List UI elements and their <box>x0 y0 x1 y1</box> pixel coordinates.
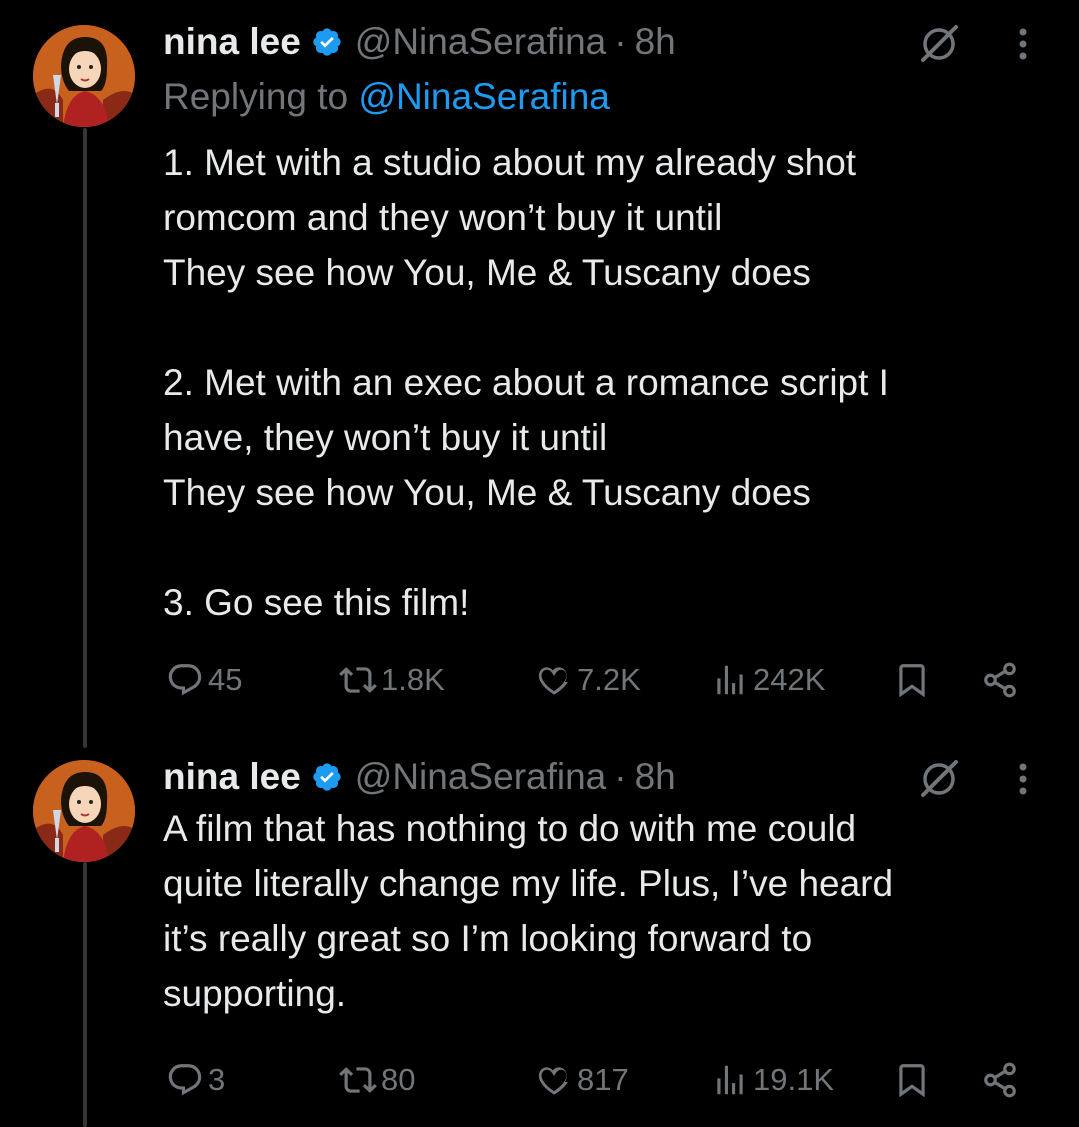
views-icon <box>717 665 743 695</box>
bookmark-button[interactable] <box>893 1055 931 1105</box>
share-icon <box>984 1062 1016 1098</box>
share-button[interactable] <box>981 655 1019 705</box>
share-button[interactable] <box>981 1055 1019 1105</box>
bookmark-button[interactable] <box>893 655 931 705</box>
tweet-text: 1. Met with a studio about my already sh… <box>163 142 889 623</box>
like-icon <box>538 1067 568 1095</box>
author-handle[interactable]: @NinaSerafina <box>355 756 606 798</box>
views-icon <box>717 1065 743 1095</box>
timestamp[interactable]: 8h <box>635 756 676 798</box>
replying-label: Replying to <box>163 76 349 117</box>
tweet-text: A film that has nothing to do with me co… <box>163 808 894 1014</box>
like-count: 7.2K <box>577 662 641 697</box>
like-icon <box>538 667 568 695</box>
share-icon <box>984 662 1016 698</box>
repost-button[interactable]: 1.8K <box>339 655 445 705</box>
repost-count: 1.8K <box>381 662 445 697</box>
replying-mention[interactable]: @NinaSerafina <box>358 76 609 117</box>
tweet-header: nina lee @NinaSerafina · 8h <box>163 755 1043 799</box>
avatar[interactable] <box>33 25 135 127</box>
reply-button[interactable]: 3 <box>166 1055 225 1105</box>
separator-dot: · <box>614 756 627 797</box>
reply-button[interactable]: 45 <box>166 655 242 705</box>
views-count: 242K <box>753 662 826 697</box>
grok-icon[interactable] <box>918 757 960 799</box>
replying-to: Replying to @NinaSerafina <box>163 76 610 118</box>
like-button[interactable]: 7.2K <box>535 655 641 705</box>
thread-line <box>83 128 87 748</box>
timestamp[interactable]: 8h <box>635 21 676 63</box>
reply-icon <box>168 1064 202 1096</box>
action-bar: 45 1.8K 7.2K 242K <box>163 655 1043 705</box>
reply-count: 3 <box>208 1062 226 1097</box>
repost-icon <box>339 667 377 693</box>
more-icon[interactable] <box>1013 759 1033 799</box>
repost-icon <box>339 1067 377 1093</box>
author-name[interactable]: nina lee <box>163 756 301 798</box>
author-name[interactable]: nina lee <box>163 21 301 63</box>
like-button[interactable]: 817 <box>535 1055 629 1105</box>
views-count: 19.1K <box>753 1062 835 1097</box>
grok-icon[interactable] <box>918 22 960 64</box>
verified-badge-icon <box>313 28 341 56</box>
like-count: 817 <box>577 1062 629 1097</box>
more-icon[interactable] <box>1013 24 1033 64</box>
action-bar: 3 80 817 19.1K <box>163 1055 1043 1105</box>
bookmark-icon <box>899 1064 925 1098</box>
author-handle[interactable]: @NinaSerafina <box>355 21 606 63</box>
views-button[interactable]: 242K <box>711 655 825 705</box>
reply-count: 45 <box>208 662 243 697</box>
avatar[interactable] <box>33 760 135 862</box>
bookmark-icon <box>899 664 925 698</box>
thread-line-continued <box>83 862 87 1127</box>
repost-count: 80 <box>381 1062 416 1097</box>
separator-dot: · <box>614 21 627 62</box>
reply-icon <box>168 664 202 696</box>
tweet-header: nina lee @NinaSerafina · 8h <box>163 20 1043 64</box>
repost-button[interactable]: 80 <box>339 1055 415 1105</box>
views-button[interactable]: 19.1K <box>711 1055 834 1105</box>
verified-badge-icon <box>313 763 341 791</box>
